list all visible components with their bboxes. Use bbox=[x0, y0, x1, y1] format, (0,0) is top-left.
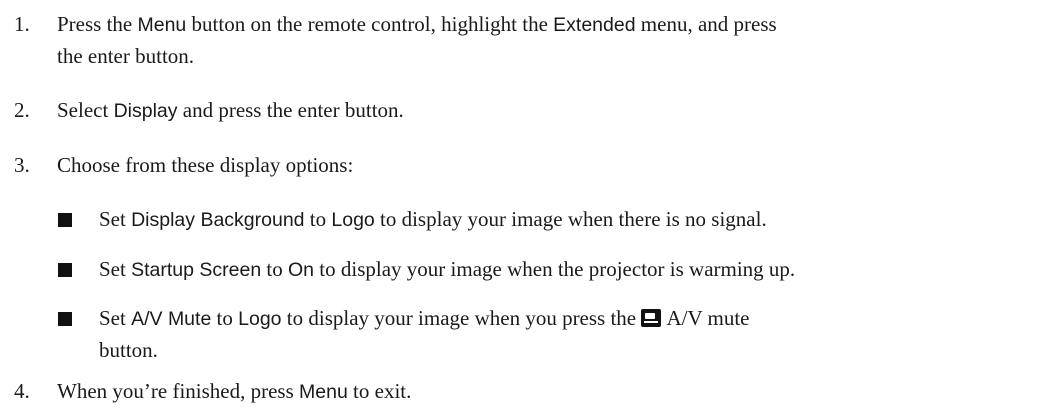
square-bullet-icon bbox=[58, 312, 72, 326]
bullet-text: Set Startup Screen to On to display your… bbox=[99, 257, 796, 281]
av-mute-icon bbox=[641, 309, 662, 327]
av-mute-option-bullet: Set A/V Mute to Logo to display your ima… bbox=[57, 303, 1057, 366]
step-4: 4. When you’re finished, press Menu to e… bbox=[14, 376, 1054, 408]
extended-menu-label: Extended bbox=[553, 14, 636, 36]
instruction-page: 1. Press the Menu button on the remote c… bbox=[0, 0, 1061, 411]
step-number: 3. bbox=[14, 153, 30, 177]
step-text: Press the Menu button on the remote cont… bbox=[57, 12, 777, 68]
startup-option-bullet: Set Startup Screen to On to display your… bbox=[57, 254, 1057, 286]
step-2: 2. Select Display and press the enter bu… bbox=[14, 95, 1054, 127]
av-mute-label: A/V Mute bbox=[131, 308, 212, 330]
display-background-label: Display Background bbox=[131, 209, 305, 231]
square-bullet-icon bbox=[58, 263, 72, 277]
on-label: On bbox=[288, 259, 315, 281]
step-text: Select Display and press the enter butto… bbox=[57, 98, 404, 122]
square-bullet-icon bbox=[58, 213, 72, 227]
step-3: 3. Choose from these display options: bbox=[14, 150, 1054, 181]
menu-button-label: Menu bbox=[299, 381, 348, 403]
startup-screen-label: Startup Screen bbox=[131, 259, 262, 281]
step-text: Choose from these display options: bbox=[57, 153, 354, 177]
logo-label: Logo bbox=[238, 308, 282, 330]
bullet-text: Set A/V Mute to Logo to display your ima… bbox=[99, 306, 750, 362]
step-text: When you’re finished, press Menu to exit… bbox=[57, 379, 412, 403]
bullet-text: Set Display Background to Logo to displa… bbox=[99, 207, 767, 231]
step-number: 2. bbox=[14, 98, 30, 122]
step-number: 1. bbox=[14, 12, 30, 36]
step-1: 1. Press the Menu button on the remote c… bbox=[14, 9, 1054, 72]
menu-button-label: Menu bbox=[137, 14, 187, 36]
display-label: Display bbox=[113, 100, 178, 122]
step-number: 4. bbox=[14, 379, 30, 403]
display-option-bullet: Set Display Background to Logo to displa… bbox=[57, 204, 1057, 236]
logo-label: Logo bbox=[331, 209, 375, 231]
